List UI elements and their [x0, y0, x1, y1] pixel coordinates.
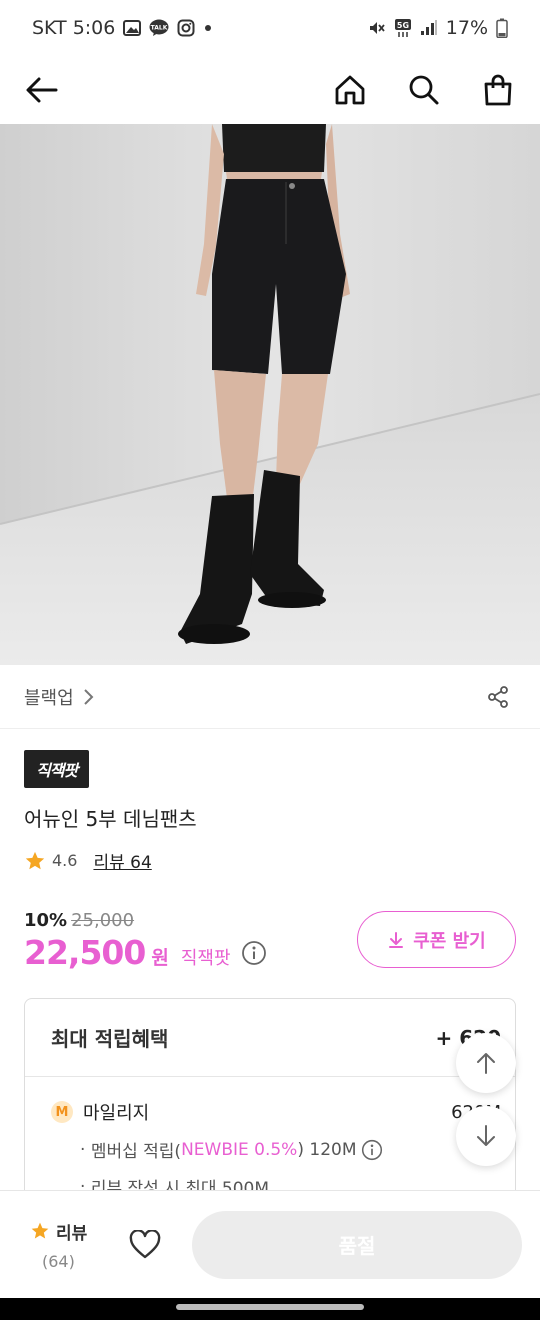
- discount-rate: 10%: [24, 910, 68, 931]
- scroll-down-button[interactable]: [456, 1106, 516, 1166]
- price-block: 10% 25,000 22,500 원 직잭팟: [24, 910, 267, 972]
- share-icon: [488, 685, 508, 708]
- arrow-down-icon: [477, 1125, 495, 1146]
- membership-prefix: 멤버십 적립(: [90, 1142, 182, 1162]
- carrier-time: SKT 5:06: [32, 17, 116, 39]
- deal-badge: 직잭팟: [24, 750, 90, 788]
- back-arrow-icon: [26, 77, 58, 103]
- membership-highlight: NEWBIE 0.5%: [181, 1139, 298, 1160]
- membership-line: · 멤버십 적립( NEWBIE 0.5% ) 120M: [25, 1137, 515, 1162]
- review-summary-count: (64): [42, 1251, 75, 1271]
- svg-text:TALK: TALK: [151, 25, 168, 32]
- instagram-icon: [177, 19, 195, 37]
- review-link[interactable]: 리뷰 64: [93, 848, 151, 873]
- brand-name: 블랙업: [24, 687, 74, 709]
- deal-label: 직잭팟: [180, 948, 231, 969]
- talk-icon: TALK: [149, 19, 169, 37]
- search-button[interactable]: [406, 72, 442, 108]
- search-icon: [409, 75, 439, 105]
- rating-row: 4.6 리뷰 64: [24, 848, 152, 873]
- status-bar: SKT 5:06 TALK 5G 17%: [0, 0, 540, 56]
- star-icon: [25, 851, 45, 869]
- share-button[interactable]: [480, 679, 516, 715]
- review-summary-label: 리뷰: [56, 1223, 88, 1244]
- product-image[interactable]: [0, 124, 540, 665]
- app-bar-actions: [332, 72, 516, 108]
- heart-icon: [129, 1229, 161, 1258]
- final-price: 22,500: [24, 933, 146, 972]
- rating-value: 4.6: [52, 851, 78, 870]
- brand-link[interactable]: 블랙업: [24, 684, 94, 710]
- benefit-title: 최대 적립혜택: [51, 1027, 169, 1051]
- home-icon: [335, 75, 365, 105]
- svg-text:5G: 5G: [397, 21, 409, 30]
- download-icon: [389, 931, 404, 948]
- wishlist-button[interactable]: [127, 1227, 163, 1263]
- review-summary-top: 리뷰: [30, 1219, 87, 1244]
- network-icon: 5G: [394, 18, 412, 38]
- bottom-action-bar: 리뷰 (64) 품절: [0, 1190, 540, 1298]
- membership-info-icon[interactable]: [361, 1139, 383, 1161]
- mute-icon: [368, 19, 386, 37]
- currency-label: 원: [151, 947, 169, 969]
- star-icon: [31, 1222, 49, 1239]
- battery-percent: 17%: [445, 17, 488, 39]
- back-button[interactable]: [24, 72, 60, 108]
- shopping-bag-icon: [484, 74, 512, 106]
- system-nav-bar: [0, 1298, 540, 1320]
- status-left: SKT 5:06 TALK: [32, 17, 213, 39]
- dot-icon: [203, 23, 213, 33]
- mileage-label: 마일리지: [83, 1103, 150, 1124]
- coupon-button[interactable]: 쿠폰 받기: [357, 911, 516, 968]
- mileage-row: M 마일리지 620M: [25, 1099, 515, 1125]
- battery-icon: [496, 18, 508, 38]
- home-gesture-handle[interactable]: [176, 1304, 364, 1310]
- scroll-up-button[interactable]: [456, 1033, 516, 1093]
- brand-row: 블랙업: [0, 665, 540, 729]
- benefit-header: 최대 적립혜택 + 620: [25, 999, 515, 1077]
- original-price: 25,000: [71, 910, 135, 931]
- app-bar: [0, 56, 540, 124]
- arrow-up-icon: [477, 1053, 495, 1074]
- review-summary-button[interactable]: 리뷰 (64): [30, 1219, 87, 1271]
- product-name: 어뉴인 5부 데님팬츠: [24, 807, 197, 831]
- mileage-badge: M: [51, 1101, 73, 1123]
- chevron-right-icon: [83, 688, 94, 705]
- gallery-icon: [123, 20, 142, 36]
- status-right: 5G 17%: [368, 17, 508, 39]
- membership-suffix: ) 120M: [297, 1139, 357, 1160]
- coupon-label: 쿠폰 받기: [413, 930, 486, 952]
- signal-icon: [420, 20, 438, 36]
- bullet: ·: [80, 1139, 91, 1160]
- home-button[interactable]: [332, 72, 368, 108]
- discount-row: 10% 25,000: [24, 910, 267, 931]
- final-price-row: 22,500 원 직잭팟: [24, 933, 267, 972]
- soldout-button[interactable]: 품절: [192, 1210, 522, 1279]
- info-icon[interactable]: [241, 940, 267, 966]
- cart-button[interactable]: [480, 72, 516, 108]
